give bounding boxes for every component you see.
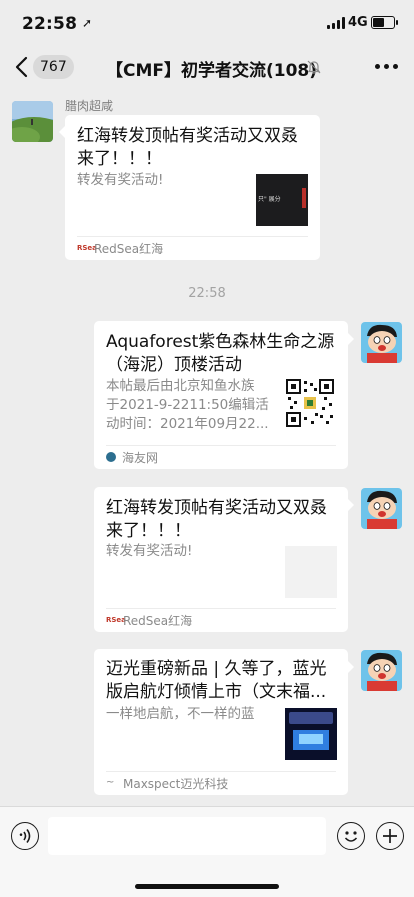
card-description: 一样地启航，不一样的蓝	[106, 706, 255, 722]
maxspect-logo-icon: ~	[106, 777, 115, 788]
voice-icon[interactable]	[11, 822, 39, 850]
card-source: 海友网	[122, 451, 159, 465]
card-thumbnail: 只" 展分	[256, 174, 308, 226]
card-title: 迈光重磅新品 | 久等了，蓝光 版启航灯倾情上市（文末福...	[106, 659, 327, 702]
card-title: 红海转发顶帖有奖活动又双叒 来了！！！	[106, 498, 327, 541]
message-input[interactable]	[48, 817, 326, 855]
haiyou-logo-icon	[106, 452, 116, 462]
bubble-caret	[348, 661, 354, 673]
card-divider	[106, 445, 336, 446]
card-thumbnail	[285, 546, 337, 598]
battery-icon	[371, 16, 398, 29]
card-divider	[106, 771, 336, 772]
card-description: 转发有奖活动!	[106, 543, 193, 559]
chevron-left-icon[interactable]	[12, 55, 32, 79]
network-type: 4G	[348, 15, 368, 30]
link-card[interactable]: 红海转发顶帖有奖活动又双叒 来了！！！ 转发有奖活动! 只" 展分 RSea R…	[65, 115, 320, 260]
mute-bell-icon	[306, 59, 322, 75]
bubble-caret	[348, 499, 354, 511]
user-avatar[interactable]	[361, 488, 402, 529]
card-divider	[106, 608, 336, 609]
card-divider	[77, 236, 308, 237]
user-avatar[interactable]	[361, 650, 402, 691]
chat-title: 【CMF】初学者交流(108)	[106, 61, 318, 81]
emoji-icon[interactable]	[337, 822, 365, 850]
chat-header: 767 【CMF】初学者交流(108)	[0, 46, 414, 88]
signal-icon	[327, 17, 345, 29]
card-title: Aquaforest紫色森林生命之源 （海泥）顶楼活动	[106, 332, 335, 375]
home-indicator	[135, 884, 279, 889]
user-avatar[interactable]	[361, 322, 402, 363]
bubble-caret	[348, 333, 354, 345]
link-card[interactable]: 红海转发顶帖有奖活动又双叒 来了！！！ 转发有奖活动! RSea RedSea红…	[94, 487, 348, 632]
chat-timestamp: 22:58	[188, 286, 226, 301]
card-source: RedSea红海	[94, 242, 164, 256]
link-card[interactable]: Aquaforest紫色森林生命之源 （海泥）顶楼活动 本帖最后由北京知鱼水族 …	[94, 321, 348, 469]
link-card[interactable]: 迈光重磅新品 | 久等了，蓝光 版启航灯倾情上市（文末福... 一样地启航，不一…	[94, 649, 348, 795]
status-time: 22:58	[22, 14, 78, 34]
sender-avatar[interactable]	[12, 101, 53, 142]
chat-input-bar	[0, 806, 414, 897]
plus-icon[interactable]	[376, 822, 404, 850]
location-arrow-icon: ➚	[82, 16, 93, 30]
card-description: 转发有奖活动!	[77, 172, 164, 188]
more-dots-icon[interactable]	[375, 64, 399, 70]
card-title: 红海转发顶帖有奖活动又双叒 来了！！！	[77, 126, 298, 169]
card-source: RedSea红海	[123, 614, 193, 628]
card-source: Maxspect迈光科技	[123, 777, 229, 791]
status-bar: 22:58 ➚ 4G	[0, 0, 414, 46]
unread-count-badge[interactable]: 767	[33, 55, 74, 79]
card-thumbnail	[285, 708, 337, 760]
card-description: 本帖最后由北京知鱼水族 于2021-9-2211:50编辑活 动时间：2021年…	[106, 378, 269, 432]
qr-code-thumbnail	[286, 379, 334, 427]
sender-name: 腊肉超咸	[65, 99, 114, 113]
